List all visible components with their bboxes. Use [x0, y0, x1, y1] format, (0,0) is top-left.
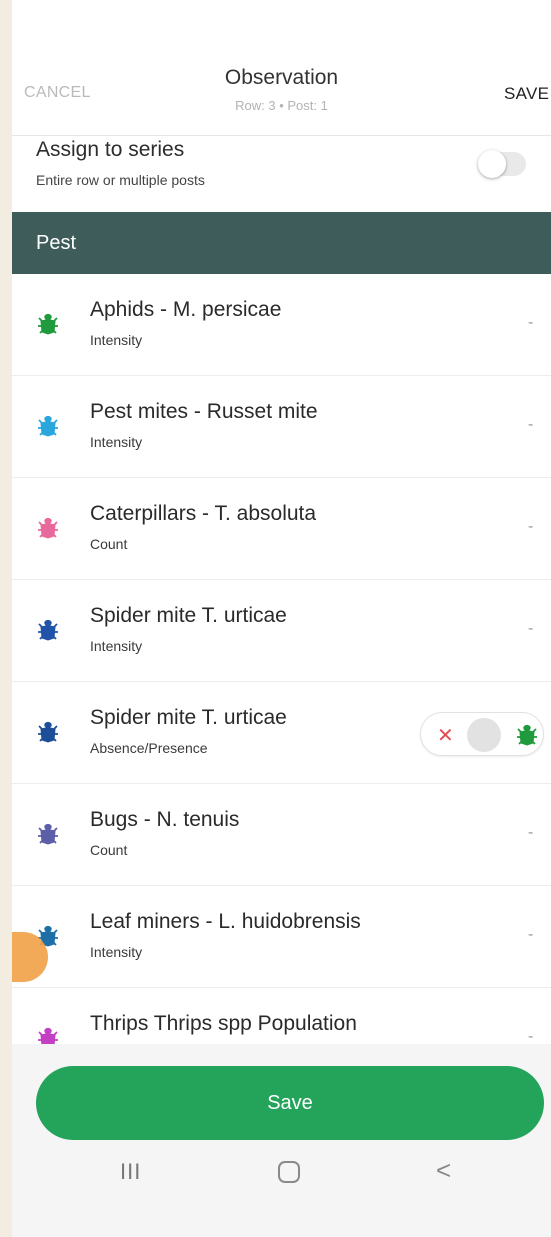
item-metric: Count — [90, 536, 128, 552]
item-value: - — [528, 518, 534, 535]
item-value: - — [528, 824, 534, 841]
item-name: Spider mite T. urticae — [90, 706, 287, 729]
assign-title: Assign to series — [36, 138, 185, 161]
list-item[interactable]: Pest mites - Russet mite Intensity - — [12, 376, 551, 478]
list-item[interactable]: Caterpillars - T. absoluta Count - — [12, 478, 551, 580]
bug-icon — [38, 415, 58, 437]
back-icon[interactable]: < — [436, 1155, 451, 1186]
item-value: - — [528, 926, 534, 943]
item-value: - — [528, 620, 534, 637]
item-name: Thrips Thrips spp Population — [90, 1012, 357, 1035]
item-name: Spider mite T. urticae — [90, 604, 287, 627]
section-header-pest: Pest — [12, 212, 551, 274]
list-item[interactable]: Aphids - M. persicae Intensity - — [12, 274, 551, 376]
recent-apps-icon[interactable]: III — [120, 1159, 141, 1185]
item-name: Bugs - N. tenuis — [90, 808, 240, 831]
bug-icon — [38, 721, 58, 743]
item-metric: Absence/Presence — [90, 740, 208, 756]
item-name: Aphids - M. persicae — [90, 298, 282, 321]
list-item[interactable]: Thrips Thrips spp Population - — [12, 988, 551, 1044]
bug-icon — [38, 619, 58, 641]
pest-list: Aphids - M. persicae Intensity - Pest mi… — [12, 274, 551, 1044]
item-value: - — [528, 1028, 534, 1044]
toggle-knob[interactable] — [467, 718, 501, 752]
item-value: - — [528, 314, 534, 331]
assign-to-series-row: Assign to series Entire row or multiple … — [12, 136, 551, 212]
bug-icon — [38, 1027, 58, 1044]
assign-series-toggle[interactable] — [478, 150, 526, 178]
home-icon[interactable] — [278, 1161, 300, 1183]
top-app-bar: CANCEL Observation Row: 3 • Post: 1 SAVE — [12, 0, 551, 136]
item-name: Caterpillars - T. absoluta — [90, 502, 317, 525]
assign-subtitle: Entire row or multiple posts — [36, 172, 205, 188]
item-metric: Intensity — [90, 434, 143, 450]
page-title: Observation — [224, 66, 339, 89]
page-subtitle: Row: 3 • Post: 1 — [235, 98, 328, 113]
title-block: Observation Row: 3 • Post: 1 — [12, 66, 551, 113]
section-label: Pest — [36, 232, 77, 254]
save-top-button[interactable]: SAVE — [504, 84, 549, 104]
save-button[interactable]: Save — [36, 1066, 544, 1140]
app-screen: CANCEL Observation Row: 3 • Post: 1 SAVE… — [12, 0, 551, 1237]
toggle-knob — [478, 150, 506, 178]
absent-icon[interactable]: ✕ — [437, 723, 454, 748]
item-metric: Intensity — [90, 638, 143, 654]
list-item[interactable]: Bugs - N. tenuis Count - — [12, 784, 551, 886]
list-item[interactable]: Leaf miners - L. huidobrensis Intensity … — [12, 886, 551, 988]
present-bug-icon[interactable] — [515, 723, 539, 747]
item-value: - — [528, 416, 534, 433]
absence-presence-toggle[interactable]: ✕ — [420, 712, 544, 756]
list-item[interactable]: Spider mite T. urticae Intensity - — [12, 580, 551, 682]
bug-icon — [38, 517, 58, 539]
item-metric: Intensity — [90, 944, 143, 960]
item-name: Pest mites - Russet mite — [90, 400, 318, 423]
item-name: Leaf miners - L. huidobrensis — [90, 910, 361, 933]
system-nav-bar: III < — [12, 1145, 551, 1237]
bug-icon — [38, 313, 58, 335]
item-metric: Intensity — [90, 332, 143, 348]
bug-icon — [38, 823, 58, 845]
item-metric: Count — [90, 842, 128, 858]
list-item[interactable]: Spider mite T. urticae Absence/Presence … — [12, 682, 551, 784]
